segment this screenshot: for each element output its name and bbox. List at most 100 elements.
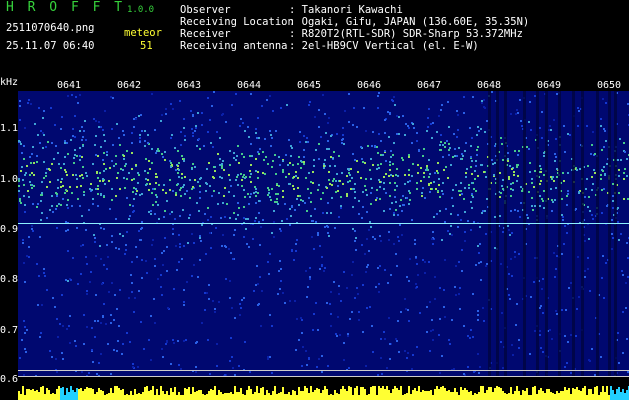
spectrogram-pixel xyxy=(34,123,36,125)
spectrogram-pixel xyxy=(380,240,382,242)
spectrogram-pixel xyxy=(247,126,249,128)
spectrogram-pixel xyxy=(551,199,553,201)
spectrogram-pixel xyxy=(287,164,289,166)
spectrogram-pixel xyxy=(242,176,244,178)
spectrogram-pixel xyxy=(354,191,356,193)
signal-bar xyxy=(204,395,206,400)
spectrogram-pixel xyxy=(295,349,297,351)
spectrogram-pixel xyxy=(481,164,483,166)
spectrogram-pixel xyxy=(344,110,346,112)
spectrogram-pixel xyxy=(563,243,565,245)
spectrogram-pixel xyxy=(240,118,242,120)
spectrogram-pixel xyxy=(249,176,251,178)
spectrogram-pixel xyxy=(191,275,193,277)
spectrogram-pixel xyxy=(516,166,518,168)
spectrogram-pixel xyxy=(110,314,112,316)
signal-bar xyxy=(444,388,446,400)
spectrogram-pixel xyxy=(309,101,311,103)
spectrogram-pixel xyxy=(541,137,543,139)
spectrogram-pixel xyxy=(18,185,20,187)
spectrogram-pixel xyxy=(237,202,239,204)
spectrogram-pixel xyxy=(325,132,327,134)
spectrogram-pixel xyxy=(179,100,181,102)
signal-bar xyxy=(382,386,384,400)
spectrogram-pixel xyxy=(404,350,406,352)
spectrogram-pixel xyxy=(259,276,261,278)
spectrogram-pixel xyxy=(566,204,568,206)
spectrogram-pixel xyxy=(352,228,354,230)
spectrogram-pixel xyxy=(173,342,175,344)
spectrogram-pixel xyxy=(330,212,332,214)
spectrogram-pixel xyxy=(467,220,469,222)
spectrogram-pixel xyxy=(49,169,51,171)
spectrogram-pixel xyxy=(467,335,469,337)
spectrogram-pixel xyxy=(174,147,176,149)
spectrogram-pixel xyxy=(567,172,569,174)
spectrogram-pixel xyxy=(437,190,439,192)
spectrogram-pixel xyxy=(371,325,373,327)
spectrogram-pixel xyxy=(562,219,564,221)
spectrogram-pixel xyxy=(321,355,323,357)
spectrogram-pixel xyxy=(441,190,443,192)
spectrogram-pixel xyxy=(372,164,374,166)
spectrogram-pixel xyxy=(446,140,448,142)
spectrogram-pixel xyxy=(529,101,531,103)
spectrogram-pixel xyxy=(408,174,410,176)
spectrogram-pixel xyxy=(324,267,326,269)
spectrogram-pixel xyxy=(438,184,440,186)
spectrogram-pixel xyxy=(295,243,297,245)
spectrogram-pixel xyxy=(98,126,100,128)
spectrogram-pixel xyxy=(605,102,607,104)
spectrogram-pixel xyxy=(566,195,568,197)
spectrogram-pixel xyxy=(334,165,336,167)
spectrogram-pixel xyxy=(209,232,211,234)
spectrogram-pixel xyxy=(398,116,400,118)
spectrogram-pixel xyxy=(555,268,557,270)
spectrogram-pixel xyxy=(348,93,350,95)
signal-bar xyxy=(94,394,96,400)
spectrogram-pixel xyxy=(123,155,125,157)
spectrogram-pixel xyxy=(199,185,201,187)
spectrogram-pixel xyxy=(230,252,232,254)
spectrogram-pixel xyxy=(379,265,381,267)
spectrogram-pixel xyxy=(104,183,106,185)
spectrogram-pixel xyxy=(107,343,109,345)
spectrogram-pixel xyxy=(354,183,356,185)
spectrogram-pixel xyxy=(69,315,71,317)
spectrogram-pixel xyxy=(83,194,85,196)
spectrogram-pixel xyxy=(471,160,473,162)
spectrogram-pixel xyxy=(195,125,197,127)
spectrogram-pixel xyxy=(516,303,518,305)
spectrogram-pixel xyxy=(157,278,159,280)
spectrogram-pixel xyxy=(219,137,221,139)
spectrogram-pixel xyxy=(91,349,93,351)
antenna-label: Receiving antenna xyxy=(180,40,288,52)
spectrogram-pixel xyxy=(228,191,230,193)
time-tick-label: 0646 xyxy=(357,80,382,91)
location-value: : Ogaki, Gifu, JAPAN (136.60E, 35.35N) xyxy=(289,16,530,28)
spectrogram-pixel xyxy=(601,189,603,191)
spectrogram-pixel xyxy=(82,166,84,168)
signal-bar xyxy=(426,391,428,400)
spectrogram-pixel xyxy=(161,114,163,116)
spectrogram-pixel xyxy=(305,270,307,272)
spectrogram-pixel xyxy=(426,165,428,167)
spectrogram-pixel xyxy=(494,247,496,249)
spectrogram-pixel xyxy=(37,304,39,306)
spectrogram-pixel xyxy=(471,193,473,195)
signal-bar xyxy=(262,387,264,400)
spectrogram-pixel xyxy=(313,248,315,250)
spectrogram-pixel xyxy=(407,181,409,183)
spectrogram-pixel xyxy=(393,142,395,144)
spectrogram-pixel xyxy=(552,201,554,203)
spectrogram-pixel xyxy=(510,183,512,185)
spectrogram-pixel xyxy=(170,162,172,164)
spectrogram-pixel xyxy=(326,187,328,189)
spectrogram-pixel xyxy=(543,155,545,157)
spectrogram-pixel xyxy=(428,159,430,161)
signal-bar xyxy=(238,392,240,400)
spectrogram-pixel xyxy=(24,326,26,328)
spectrogram-pixel xyxy=(24,348,26,350)
spectrogram-pixel xyxy=(171,134,173,136)
spectrogram-pixel xyxy=(281,220,283,222)
